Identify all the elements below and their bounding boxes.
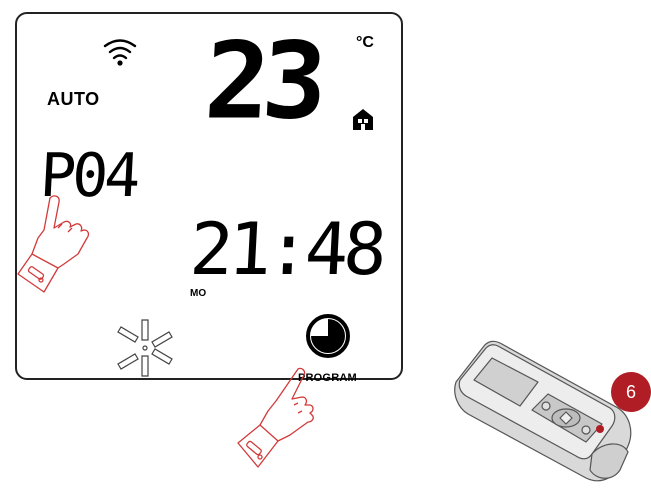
- snowflake-icon: [117, 319, 173, 377]
- home-icon: [353, 109, 373, 130]
- hand-pointer-icon: [237, 367, 314, 468]
- temperature-unit: °C: [356, 34, 374, 51]
- remote-control[interactable]: [452, 336, 638, 486]
- day-label: MO: [190, 288, 207, 299]
- hand-pointer-icon: [17, 195, 90, 293]
- mode-label: AUTO: [47, 89, 100, 109]
- callout-badge: 6: [611, 372, 651, 412]
- temperature-readout: 23: [201, 20, 323, 143]
- clock-icon[interactable]: [305, 313, 351, 359]
- time-readout: 21:48: [187, 207, 384, 291]
- wifi-icon: [103, 39, 137, 66]
